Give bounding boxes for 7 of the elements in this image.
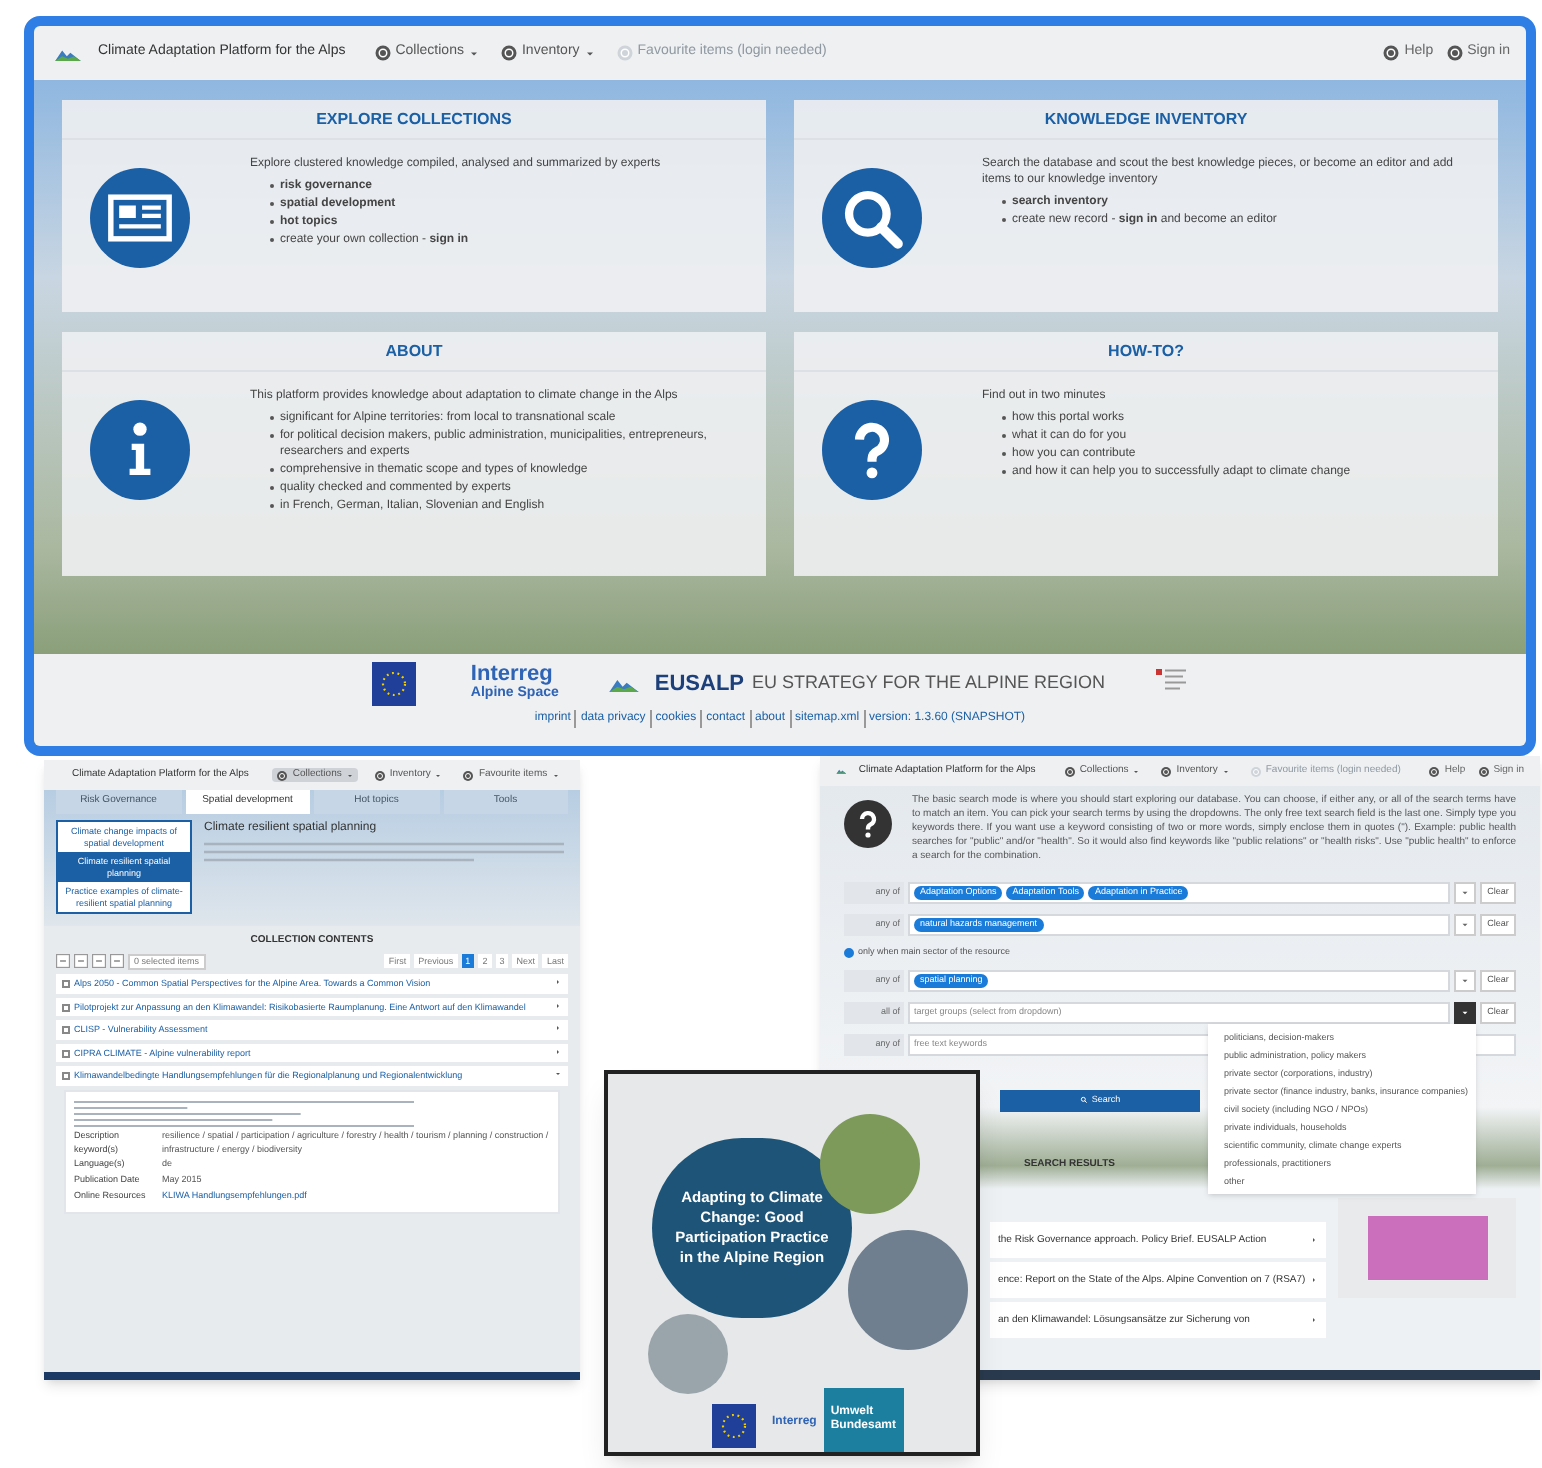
- interreg-logo: Interreg: [470, 666, 555, 684]
- panel-title: KNOWLEDGE INVENTORY: [794, 100, 1498, 140]
- panel-title: HOW-TO?: [794, 332, 1498, 372]
- eusalp-subtitle: EU STRATEGY FOR THE ALPINE REGION: [752, 670, 1106, 697]
- panel-title: EXPLORE COLLECTIONS: [62, 100, 766, 140]
- panel-title: ABOUT: [62, 332, 766, 372]
- eusalp-logo: EUSALP: [654, 669, 745, 700]
